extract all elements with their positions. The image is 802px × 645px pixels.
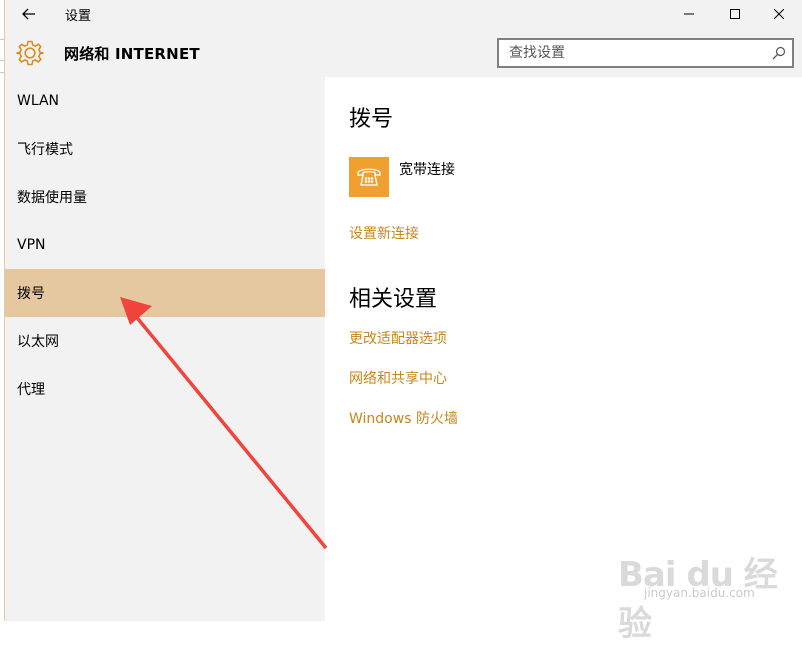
minimize-icon [684, 13, 694, 15]
sidebar-item-label: 以太网 [17, 334, 59, 350]
broadband-connection-name[interactable]: 宽带连接 [399, 159, 455, 179]
windows-firewall-link[interactable]: Windows 防火墙 [349, 408, 458, 428]
page-title: 网络和 INTERNET [64, 45, 200, 63]
network-sharing-center-link[interactable]: 网络和共享中心 [349, 368, 447, 388]
broadband-connection-tile[interactable] [349, 157, 389, 197]
sidebar-item-label: WLAN [17, 93, 60, 109]
close-icon [774, 9, 784, 19]
sidebar-item-label: 拨号 [17, 286, 45, 302]
change-adapter-options-link[interactable]: 更改适配器选项 [349, 328, 447, 348]
sidebar-item-label: 代理 [17, 382, 45, 398]
sidebar-item-proxy[interactable]: 代理 [5, 365, 325, 413]
sidebar-item-data-usage[interactable]: 数据使用量 [5, 173, 325, 221]
sidebar-item-label: 数据使用量 [17, 190, 87, 206]
sidebar-item-ethernet[interactable]: 以太网 [5, 317, 325, 365]
related-settings-title: 相关设置 [349, 287, 438, 312]
maximize-button[interactable] [712, 0, 758, 28]
phone-icon [357, 168, 381, 186]
search-box[interactable] [497, 38, 794, 68]
title-bar: 设置 [5, 0, 802, 28]
back-arrow-icon [22, 8, 35, 20]
sidebar-item-label: VPN [17, 237, 46, 253]
sidebar-item-wlan[interactable]: WLAN [5, 77, 325, 125]
sidebar-nav: WLAN 飞行模式 数据使用量 VPN 拨号 以太网 代理 [5, 77, 325, 621]
gear-icon [16, 40, 44, 66]
maximize-icon [730, 9, 740, 19]
search-icon[interactable] [772, 46, 786, 60]
sidebar-item-airplane-mode[interactable]: 飞行模式 [5, 125, 325, 173]
window-title: 设置 [65, 9, 92, 24]
sidebar-item-vpn[interactable]: VPN [5, 221, 325, 269]
dialup-section-title: 拨号 [349, 107, 394, 132]
search-input[interactable] [509, 43, 764, 63]
sidebar-item-dialup[interactable]: 拨号 [5, 269, 325, 317]
setup-new-connection-link[interactable]: 设置新连接 [349, 223, 419, 243]
close-button[interactable] [756, 0, 802, 28]
back-button[interactable] [17, 3, 41, 25]
settings-header: 网络和 INTERNET [5, 28, 802, 77]
main-content: 拨号 宽带连接 设置新连接 相关设置 更改适配器选项 网络和共享中心 Windo… [325, 77, 802, 621]
minimize-button[interactable] [666, 0, 712, 28]
sidebar-item-label: 飞行模式 [17, 142, 73, 158]
